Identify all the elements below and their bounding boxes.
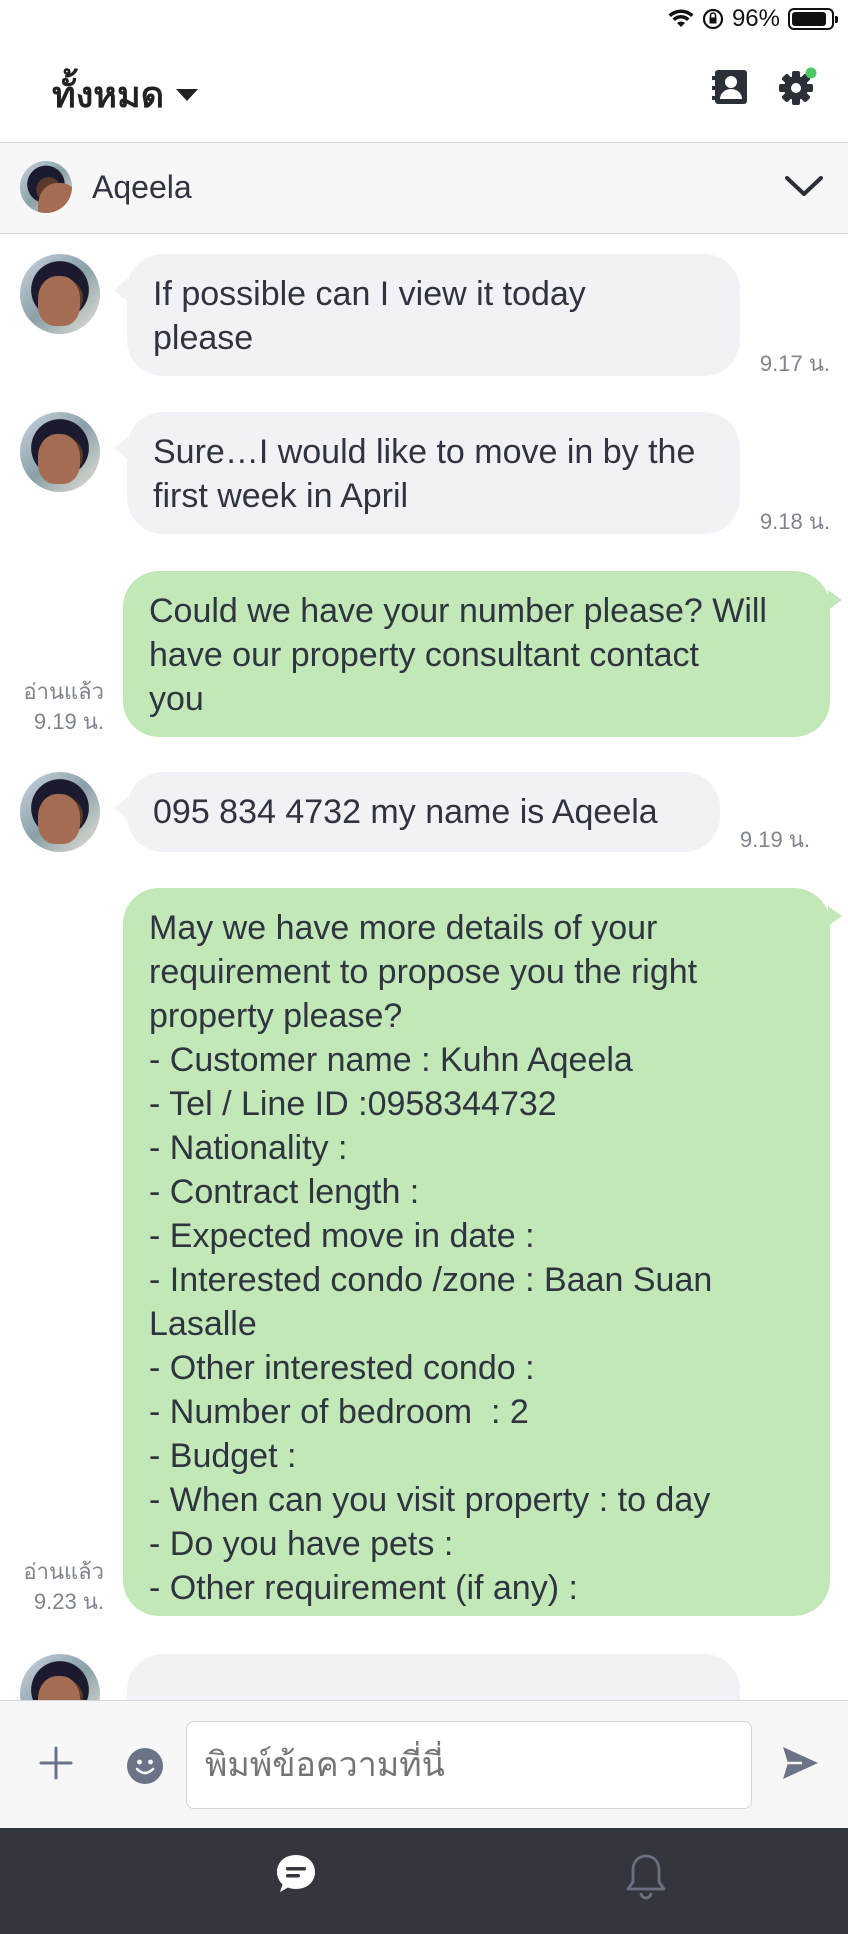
message-input-bar [0,1700,848,1829]
message-time: 9.19 น. [33,709,104,734]
add-attachment-button[interactable] [38,1745,74,1781]
notification-bell-icon[interactable] [624,1852,668,1900]
message-bubble-incoming[interactable]: If possible can I view it today please [127,254,740,376]
settings-gear-icon[interactable] [776,66,818,108]
battery-icon [788,8,838,30]
chat-filter-dropdown[interactable]: ทั้งหมด [52,66,199,123]
bottom-navigation [0,1828,848,1934]
contact-avatar [20,161,72,213]
message-time: 9.18 น. [759,509,830,534]
message-bubble-incoming[interactable]: Sure…I would like to move in by the firs… [127,412,740,534]
message-time: 9.19 น. [739,827,810,852]
chat-contact-bar[interactable]: Aqeela [0,143,848,234]
message-bubble-incoming[interactable]: 095 834 4732 my name is Aqeela [127,772,720,852]
orientation-lock-icon [702,8,724,30]
filter-label: ทั้งหมด [52,74,165,115]
chevron-down-icon[interactable] [784,171,824,201]
sender-avatar[interactable] [20,772,100,852]
message-text-input[interactable] [186,1721,752,1809]
sticker-emoji-button[interactable] [126,1747,164,1785]
caret-down-icon [176,88,199,101]
sender-avatar[interactable] [20,412,100,492]
sender-avatar[interactable] [20,1654,100,1700]
contact-book-icon[interactable] [710,66,752,108]
status-bar: 96% [0,0,848,40]
battery-percent: 96% [731,5,780,32]
message-bubble-incoming-partial[interactable] [127,1654,740,1700]
top-header: ทั้งหมด [0,40,848,143]
wifi-icon [668,9,694,27]
chat-tab-icon[interactable] [274,1852,318,1896]
sender-avatar[interactable] [20,254,100,334]
message-time: 9.23 น. [33,1589,104,1614]
read-receipt: อ่านแล้ว [23,1559,104,1584]
message-bubble-outgoing[interactable]: Could we have your number please? Will h… [123,571,830,737]
read-receipt: อ่านแล้ว [23,679,104,704]
message-list[interactable]: If possible can I view it today please 9… [0,234,848,1700]
message-time: 9.17 น. [759,351,830,376]
send-button[interactable] [780,1743,820,1783]
contact-name: Aqeela [92,169,192,205]
message-bubble-outgoing[interactable]: May we have more details of your require… [123,888,830,1616]
